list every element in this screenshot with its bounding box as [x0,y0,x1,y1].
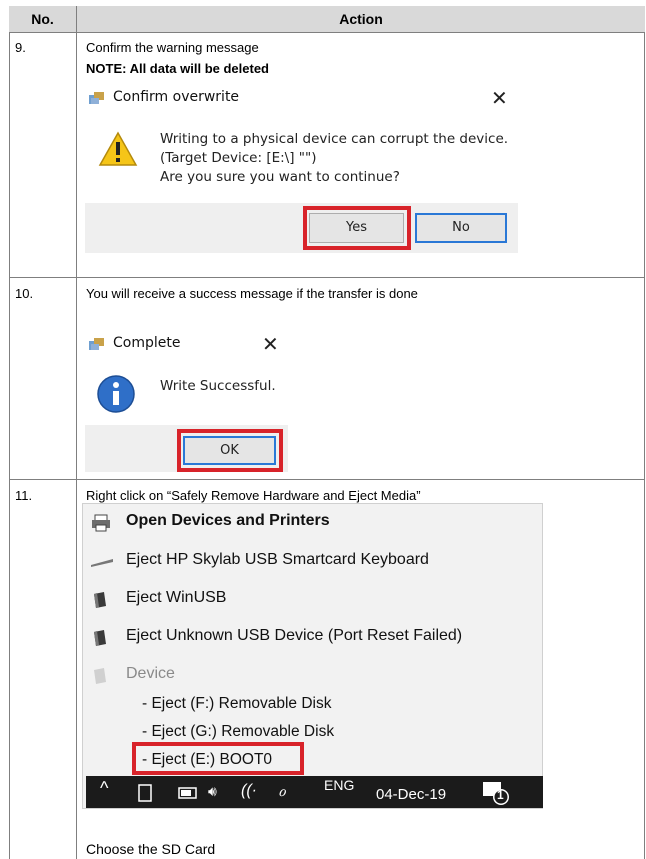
menu-item-open-devices[interactable]: Open Devices and Printers [126,512,330,530]
usb-drive-icon [94,630,106,646]
usb-drive-icon [94,592,106,608]
menu-device-header: Device [126,665,175,682]
highlight-box [132,742,304,775]
step-text: Confirm the warning message [86,40,259,55]
menu-item-eject-unknown[interactable]: Eject Unknown USB Device (Port Reset Fai… [126,627,462,645]
chevron-up-icon[interactable]: ^ [100,778,108,799]
row-divider [9,479,645,480]
menu-item-eject-f[interactable]: - Eject (F:) Removable Disk [142,695,331,713]
notification-icon[interactable] [481,780,511,806]
info-icon [97,375,135,413]
highlight-box [303,206,411,250]
menu-item-eject-winusb[interactable]: Eject WinUSB [126,589,226,607]
no-button[interactable]: No [415,213,507,243]
step-text: Choose the SD Card [86,841,216,857]
clock-date[interactable]: 04-Dec-19 [376,786,446,803]
taskbar: ^ 🔊︎ ((· ℴ ENG 04-Dec-19 1 [86,776,543,808]
row-number: 10. [15,286,34,301]
message-line: Writing to a physical device can corrupt… [160,131,509,147]
highlight-box [177,429,283,472]
row-number: 11. [15,488,33,503]
column-divider [76,6,77,859]
notification-count: 1 [497,788,504,802]
dialog-title: Complete [113,335,181,351]
battery-icon[interactable] [178,786,198,800]
header-no: No. [31,11,54,27]
warning-icon [98,131,138,166]
step-text: You will receive a success message if th… [86,286,418,301]
menu-item-eject-g[interactable]: - Eject (G:) Removable Disk [142,723,334,741]
close-icon[interactable]: ✕ [262,332,279,357]
message-line: (Target Device: [E:\] "") [160,150,317,166]
message-line: Are you sure you want to continue? [160,169,400,185]
printer-icon [92,514,110,532]
close-icon[interactable]: ✕ [491,86,508,111]
volume-icon[interactable]: 🔊︎ [208,783,217,800]
pen-icon[interactable]: ℴ [278,781,286,801]
table-header: No. Action [9,6,645,33]
menu-item-eject-keyboard[interactable]: Eject HP Skylab USB Smartcard Keyboard [126,551,429,569]
keyboard-icon [91,559,113,567]
device-icon [94,668,106,684]
row-number: 9. [15,40,26,55]
app-icon [89,338,104,350]
row-divider [9,277,645,278]
header-action: Action [339,11,383,27]
dialog-message: Write Successful. [160,378,276,394]
step-note: NOTE: All data will be deleted [86,61,269,76]
app-icon [89,92,104,104]
step-text: Right click on “Safely Remove Hardware a… [86,488,421,503]
dialog-title: Confirm overwrite [113,89,240,105]
dialog-message: Writing to a physical device can corrupt… [160,130,508,187]
wifi-icon[interactable]: ((· [241,782,257,800]
language-indicator[interactable]: ENG [324,777,354,793]
safely-remove-icon[interactable] [138,784,152,802]
